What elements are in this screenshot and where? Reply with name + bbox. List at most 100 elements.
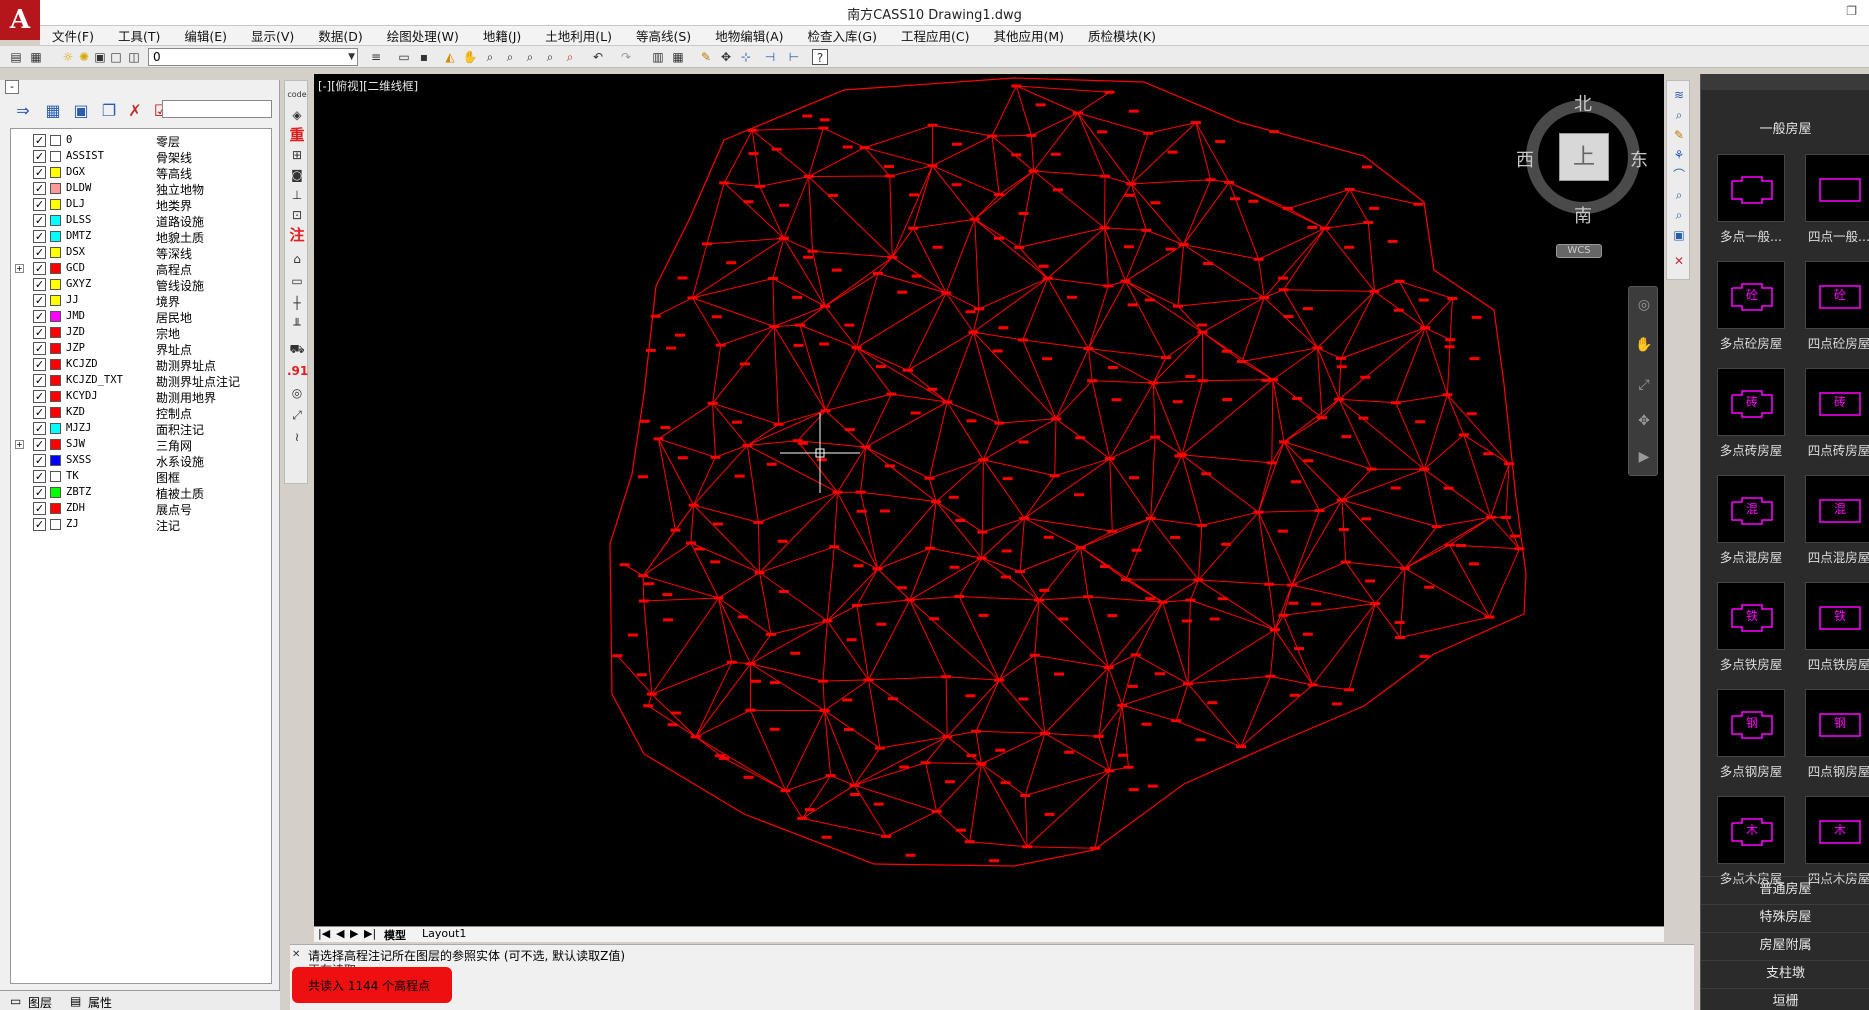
menu-view[interactable]: 显示(V) bbox=[239, 26, 306, 45]
zoom-extents-icon[interactable]: ⌕ bbox=[522, 49, 538, 65]
layer-color-swatch[interactable] bbox=[50, 487, 61, 498]
layer-color-swatch[interactable] bbox=[50, 327, 61, 338]
circle-icon[interactable]: ◎ bbox=[287, 383, 307, 403]
layer-color-swatch[interactable] bbox=[50, 439, 61, 450]
view-label[interactable]: [-][俯视][二维线框] bbox=[318, 78, 418, 94]
layer-visible-checkbox[interactable]: ✓ bbox=[33, 230, 46, 243]
network-icon[interactable]: ⚘ bbox=[1669, 145, 1689, 165]
compass-west[interactable]: 西 bbox=[1516, 146, 1534, 172]
redraw-icon[interactable]: 重 bbox=[287, 125, 307, 145]
wave-tool-icon[interactable]: ≋ bbox=[1669, 85, 1689, 105]
layer-visible-checkbox[interactable]: ✓ bbox=[33, 518, 46, 531]
layer-visible-checkbox[interactable]: ✓ bbox=[33, 166, 46, 179]
nav-next-icon[interactable]: ▶ bbox=[350, 927, 358, 940]
four-point-house-tool[interactable] bbox=[1805, 154, 1869, 222]
layer-visible-checkbox[interactable]: ✓ bbox=[33, 422, 46, 435]
layer-visible-checkbox[interactable]: ✓ bbox=[33, 390, 46, 403]
tab-layout1[interactable]: Layout1 bbox=[422, 927, 466, 940]
zoom-extents-icon[interactable]: ⤢ bbox=[1634, 375, 1654, 395]
menu-qc[interactable]: 质检模块(K) bbox=[1076, 26, 1168, 45]
layer-color-swatch[interactable] bbox=[50, 519, 61, 530]
nav-prev-icon[interactable]: ◀ bbox=[336, 927, 344, 940]
search-icon[interactable]: ⌕ bbox=[1669, 185, 1689, 205]
menu-drawing[interactable]: 绘图处理(W) bbox=[375, 26, 471, 45]
layer-copy-icon[interactable]: ❐ bbox=[98, 101, 120, 121]
arc-icon[interactable]: ⌒ bbox=[1669, 165, 1689, 185]
showmotion-icon[interactable]: ▶ bbox=[1634, 447, 1654, 467]
layer-visible-checkbox[interactable]: ✓ bbox=[33, 342, 46, 355]
redo-icon[interactable]: ↷ bbox=[618, 49, 634, 65]
multi-point-house-tool[interactable]: 混 bbox=[1717, 475, 1785, 543]
zoom-icon[interactable]: ⌕ bbox=[482, 49, 498, 65]
layer-row[interactable]: ✓ KZD 控制点 bbox=[11, 405, 271, 421]
menu-edit[interactable]: 编辑(E) bbox=[172, 26, 239, 45]
undo-icon[interactable]: ↶ bbox=[590, 49, 606, 65]
trim-icon[interactable]: ⊣ bbox=[762, 49, 778, 65]
steering-wheel-icon[interactable]: ◎ bbox=[1634, 295, 1654, 315]
annotate-icon[interactable]: 注 bbox=[287, 225, 307, 245]
zoom-previous-icon[interactable]: ⌕ bbox=[542, 49, 558, 65]
menu-cadastre[interactable]: 地籍(J) bbox=[471, 26, 533, 45]
layer-color-swatch[interactable] bbox=[50, 375, 61, 386]
layer-row[interactable]: ✓ SXSS 水系设施 bbox=[11, 453, 271, 469]
layer-visible-checkbox[interactable]: ✓ bbox=[33, 278, 46, 291]
layer-color-swatch[interactable] bbox=[50, 311, 61, 322]
layer-visible-checkbox[interactable]: ✓ bbox=[33, 406, 46, 419]
layer-color-swatch[interactable] bbox=[50, 135, 61, 146]
layer-row[interactable]: ✓ KCJZD 勘测界址点 bbox=[11, 357, 271, 373]
layer-new-icon[interactable]: ⇒ bbox=[12, 101, 34, 121]
layer-manager-icon[interactable]: ▤ bbox=[8, 49, 24, 65]
tab-model[interactable]: 模型 bbox=[384, 927, 406, 943]
properties-icon[interactable]: ▥ bbox=[650, 49, 666, 65]
layer-visible-checkbox[interactable]: ✓ bbox=[33, 198, 46, 211]
layer-row[interactable]: ✓ ASSIST 骨架线 bbox=[11, 149, 271, 165]
layer-filter-icon[interactable]: ▦ bbox=[42, 101, 64, 121]
layer-color-swatch[interactable] bbox=[50, 359, 61, 370]
move-icon[interactable]: ✥ bbox=[718, 49, 734, 65]
layer-visible-checkbox[interactable]: ✓ bbox=[33, 438, 46, 451]
collapse-icon[interactable]: - bbox=[5, 80, 19, 94]
close-icon[interactable]: ✕ bbox=[292, 949, 300, 960]
menu-feature-edit[interactable]: 地物编辑(A) bbox=[703, 26, 795, 45]
nav-first-icon[interactable]: |◀ bbox=[318, 927, 330, 940]
compass-south[interactable]: 南 bbox=[1574, 202, 1592, 228]
layer-visible-checkbox[interactable]: ✓ bbox=[33, 326, 46, 339]
menu-engineering[interactable]: 工程应用(C) bbox=[889, 26, 981, 45]
layer-row[interactable]: ✓ MJZJ 面积注记 bbox=[11, 421, 271, 437]
layer-color-swatch[interactable] bbox=[50, 471, 61, 482]
palette-header[interactable] bbox=[1701, 74, 1869, 90]
expand-icon[interactable]: + bbox=[15, 264, 24, 273]
layer-row[interactable]: ✓ JZP 界址点 bbox=[11, 341, 271, 357]
layer-visible-checkbox[interactable]: ✓ bbox=[33, 294, 46, 307]
four-point-house-tool[interactable]: 钢 bbox=[1805, 689, 1869, 757]
layer-visible-checkbox[interactable]: ✓ bbox=[33, 310, 46, 323]
edit-pen-icon[interactable]: ✎ bbox=[698, 49, 714, 65]
layer-row[interactable]: ✓ 0 零层 bbox=[11, 133, 271, 149]
zoom-tool-icon[interactable]: ⌕ bbox=[1669, 105, 1689, 125]
layer-row[interactable]: ✓ DLDW 独立地物 bbox=[11, 181, 271, 197]
layer-color-swatch[interactable] bbox=[50, 423, 61, 434]
extend-icon[interactable]: ⊢ bbox=[786, 49, 802, 65]
tab-properties[interactable]: 属性 bbox=[88, 994, 112, 1010]
camera-icon[interactable]: ◙ bbox=[287, 165, 307, 185]
open-file-icon[interactable]: ▭ bbox=[396, 49, 412, 65]
layer-search-input[interactable] bbox=[162, 100, 272, 118]
layer-settings-icon[interactable]: ▣ bbox=[70, 101, 92, 121]
compass-north[interactable]: 北 bbox=[1574, 90, 1592, 116]
layer-row[interactable]: ✓ DMTZ 地貌土质 bbox=[11, 229, 271, 245]
layer-row[interactable]: ✓ KCJZD_TXT 勘测界址点注记 bbox=[11, 373, 271, 389]
layer-row[interactable]: ✓ JMD 居民地 bbox=[11, 309, 271, 325]
layer-visible-checkbox[interactable]: ✓ bbox=[33, 486, 46, 499]
layer-visible-checkbox[interactable]: ✓ bbox=[33, 262, 46, 275]
bulb-icon[interactable]: ☼ bbox=[60, 49, 76, 65]
grid-icon[interactable]: ⊞ bbox=[287, 145, 307, 165]
palette-section-tab[interactable]: 支柱墩 bbox=[1701, 960, 1869, 986]
four-point-house-tool[interactable]: 砖 bbox=[1805, 368, 1869, 436]
layer-row[interactable]: ✓ DSX 等深线 bbox=[11, 245, 271, 261]
pencil-icon[interactable]: ✎ bbox=[1669, 125, 1689, 145]
palette-title[interactable]: 一般房屋 bbox=[1701, 118, 1869, 137]
palette-section-tab[interactable]: 特殊房屋 bbox=[1701, 904, 1869, 930]
zoom-window-icon[interactable]: ⌕ bbox=[502, 49, 518, 65]
app-logo-icon[interactable]: A bbox=[0, 0, 40, 40]
menu-contour[interactable]: 等高线(S) bbox=[624, 26, 703, 45]
